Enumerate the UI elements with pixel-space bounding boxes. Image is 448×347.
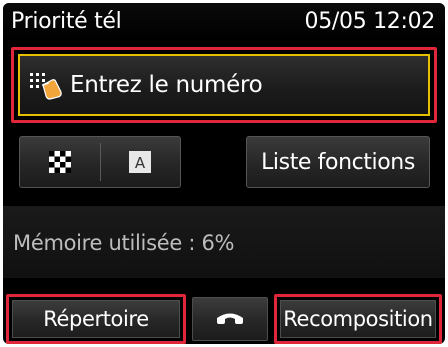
directory-label: Répertoire [43, 307, 149, 331]
letter-mode-button[interactable]: A [101, 137, 181, 187]
fax-lcd-screen: Priorité tél 05/05 12:02 Entrez le numér… [3, 3, 445, 344]
input-mode-group: A [19, 136, 181, 188]
status-bar: Priorité tél 05/05 12:02 [3, 3, 445, 41]
entry-highlight-frame: Entrez le numéro [11, 47, 437, 123]
letter-a-icon: A [129, 151, 152, 173]
redial-button[interactable]: Recomposition [280, 300, 436, 338]
number-entry-field[interactable]: Entrez le numéro [18, 54, 430, 116]
keypad-tap-icon [30, 73, 62, 100]
hook-button[interactable] [192, 297, 268, 341]
directory-highlight-frame: Répertoire [6, 294, 186, 344]
mode-title: Priorité tél [11, 9, 122, 34]
redial-highlight-frame: Recomposition [274, 294, 442, 344]
directory-button[interactable]: Répertoire [12, 300, 180, 338]
function-list-button[interactable]: Liste fonctions [246, 136, 430, 188]
pattern-mode-button[interactable] [20, 137, 100, 187]
function-list-label: Liste fonctions [261, 149, 415, 175]
date-time: 05/05 12:02 [304, 9, 436, 34]
entry-label: Entrez le numéro [70, 72, 263, 98]
redial-label: Recomposition [283, 307, 433, 331]
on-hook-phone-icon [217, 313, 243, 324]
checkered-pattern-icon [48, 151, 71, 173]
memory-usage-text: Mémoire utilisée : 6% [13, 231, 235, 255]
memory-status-area: Mémoire utilisée : 6% [3, 206, 445, 278]
svg-text:A: A [135, 154, 146, 172]
